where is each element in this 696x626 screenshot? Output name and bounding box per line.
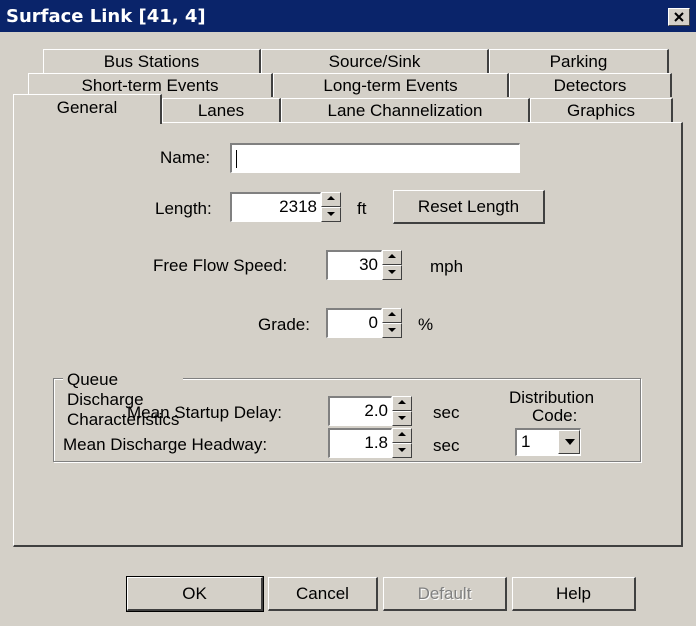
up-arrow-icon [327,196,335,200]
length-label: Length: [155,199,212,218]
reset-length-label: Reset Length [417,197,520,216]
down-arrow-icon [398,448,406,452]
mean-discharge-headway-spinner[interactable] [392,428,412,458]
ok-button[interactable]: OK [126,576,264,612]
distribution-label-line1: Distribution [509,388,595,407]
mean-startup-delay-value: 2.0 [364,401,388,420]
tab-label: Bus Stations [103,52,200,71]
name-label: Name: [160,148,211,167]
mean-startup-delay-input[interactable]: 2.0 [328,396,392,426]
up-arrow-icon [398,400,406,404]
free-flow-speed-value: 30 [359,255,378,274]
tab-bus-stations[interactable]: Bus Stations [43,49,261,73]
mean-startup-delay-unit: sec [433,403,460,422]
length-input[interactable]: 2318 [230,192,321,222]
up-arrow-icon [388,312,396,316]
spin-down-button[interactable] [382,265,402,280]
down-arrow-icon [388,328,396,332]
default-label: Default [417,584,472,603]
length-value: 2318 [279,197,317,216]
spin-up-button[interactable] [382,308,402,323]
free-flow-speed-spinner[interactable] [382,250,402,280]
dropdown-button[interactable] [558,430,580,454]
tab-label: Detectors [553,76,627,95]
tab-source-sink[interactable]: Source/Sink [261,49,489,73]
spin-down-button[interactable] [392,443,412,458]
close-icon [674,12,684,22]
cancel-label: Cancel [296,584,349,603]
free-flow-speed-unit: mph [430,257,464,276]
distribution-label-line2: Code: [532,406,578,425]
spin-up-button[interactable] [321,192,341,207]
mean-startup-delay-spinner[interactable] [392,396,412,426]
surface-link-dialog: Surface Link [41, 4] Bus Stations Source… [0,0,696,626]
spin-up-button[interactable] [392,428,412,443]
down-arrow-icon [388,270,396,274]
grade-value: 0 [368,313,378,332]
tab-lanes[interactable]: Lanes [162,98,281,122]
down-arrow-icon [327,212,335,216]
spin-up-button[interactable] [382,250,402,265]
window-title: Surface Link [41, 4] [6,6,206,27]
tab-lane-channelization[interactable]: Lane Channelization [281,98,530,122]
default-button: Default [383,577,507,611]
distribution-code-value: 1 [521,432,531,451]
tab-label: General [56,98,118,117]
mean-discharge-headway-label: Mean Discharge Headway: [63,435,268,454]
spin-up-button[interactable] [392,396,412,411]
up-arrow-icon [398,432,406,436]
spin-down-button[interactable] [321,207,341,222]
grade-input[interactable]: 0 [326,308,382,338]
chevron-down-icon [565,439,575,445]
tab-detectors[interactable]: Detectors [509,73,672,97]
spin-down-button[interactable] [382,323,402,338]
mean-startup-delay-label: Mean Startup Delay: [127,403,282,422]
tab-label: Lanes [197,101,245,120]
tab-general[interactable]: General [13,94,162,124]
reset-length-button[interactable]: Reset Length [393,190,545,224]
help-button[interactable]: Help [512,577,636,611]
title-bar[interactable]: Surface Link [41, 4] [0,0,696,32]
close-button[interactable] [668,8,690,26]
grade-unit: % [418,315,434,334]
distribution-code-select[interactable]: 1 [515,428,581,456]
name-input[interactable] [230,143,520,173]
down-arrow-icon [398,416,406,420]
tab-label: Source/Sink [328,52,421,71]
grade-label: Grade: [258,315,310,334]
help-label: Help [556,584,591,603]
tab-label: Long-term Events [323,76,458,95]
text-cursor [236,149,237,168]
tab-label: Graphics [566,101,636,120]
mean-discharge-headway-value: 1.8 [364,433,388,452]
tab-graphics[interactable]: Graphics [530,98,673,122]
up-arrow-icon [388,254,396,258]
length-spinner[interactable] [321,192,341,222]
tab-label: Lane Channelization [327,101,483,120]
spin-down-button[interactable] [392,411,412,426]
mean-discharge-headway-input[interactable]: 1.8 [328,428,392,458]
tab-label: Parking [549,52,608,71]
cancel-button[interactable]: Cancel [268,577,378,611]
free-flow-speed-input[interactable]: 30 [326,250,382,280]
free-flow-speed-label: Free Flow Speed: [153,256,288,275]
tab-long-term-events[interactable]: Long-term Events [273,73,509,97]
mean-discharge-headway-unit: sec [433,436,460,455]
grade-spinner[interactable] [382,308,402,338]
tab-label: Short-term Events [81,76,219,95]
length-unit: ft [357,199,367,218]
tab-parking[interactable]: Parking [489,49,669,73]
ok-label: OK [182,584,207,603]
